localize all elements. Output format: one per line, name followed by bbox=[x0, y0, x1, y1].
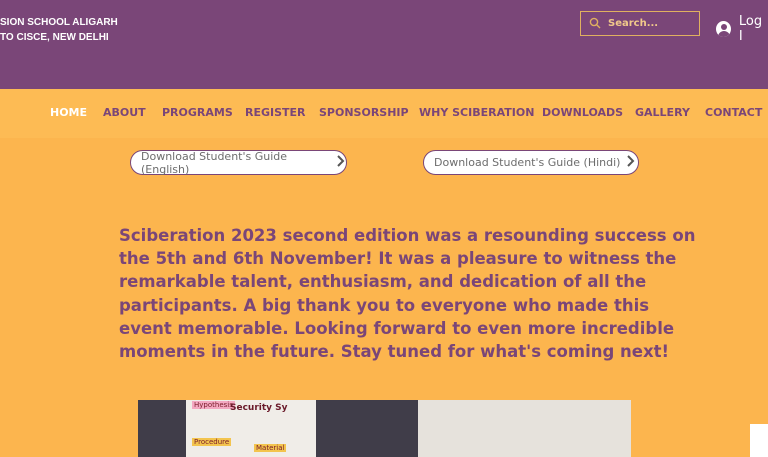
download-guide-english-button[interactable]: Download Student's Guide (English) bbox=[130, 149, 347, 176]
announcement-text: Sciberation 2023 second edition was a re… bbox=[119, 226, 696, 362]
school-name[interactable]: SION SCHOOL ALIGARH TO CISCE, NEW DELHI bbox=[0, 15, 118, 45]
board-note: Hypothesis bbox=[192, 401, 235, 409]
main-nav: HOME ABOUT PROGRAMS REGISTER SPONSORSHIP… bbox=[0, 106, 768, 120]
header-bar: SION SCHOOL ALIGARH TO CISCE, NEW DELHI … bbox=[0, 0, 768, 89]
download-hindi-label: Download Student's Guide (Hindi) bbox=[434, 156, 621, 169]
nav-downloads[interactable]: DOWNLOADS bbox=[542, 106, 623, 119]
nav-programs[interactable]: PROGRAMS bbox=[162, 106, 233, 119]
chevron-right-icon bbox=[626, 155, 636, 170]
school-name-line1: SION SCHOOL ALIGARH bbox=[0, 17, 118, 28]
search-placeholder: Search... bbox=[608, 18, 659, 29]
event-photo[interactable]: Hypothesis Security Sy Procedure Materia… bbox=[138, 400, 631, 457]
nav-contact[interactable]: CONTACT bbox=[705, 106, 762, 119]
nav-sponsorship[interactable]: SPONSORSHIP bbox=[319, 106, 409, 119]
nav-gallery[interactable]: GALLERY bbox=[635, 106, 690, 119]
board-note: Security Sy bbox=[230, 403, 288, 413]
login-button[interactable]: Log I bbox=[716, 14, 768, 44]
login-label: Log I bbox=[738, 14, 763, 44]
chevron-right-icon bbox=[336, 155, 346, 170]
board-note: Procedure bbox=[192, 438, 232, 446]
search-icon bbox=[589, 14, 601, 33]
poster-board: Hypothesis Security Sy Procedure Materia… bbox=[186, 400, 316, 457]
download-english-label: Download Student's Guide (English) bbox=[141, 149, 288, 176]
side-panel-edge bbox=[750, 424, 768, 457]
nav-about[interactable]: ABOUT bbox=[103, 106, 146, 119]
user-avatar-icon bbox=[716, 21, 731, 37]
search-box[interactable]: Search... bbox=[580, 11, 700, 36]
nav-register[interactable]: REGISTER bbox=[245, 106, 306, 119]
school-name-line2: TO CISCE, NEW DELHI bbox=[0, 32, 109, 43]
nav-home[interactable]: HOME bbox=[50, 106, 87, 119]
photo-wall bbox=[418, 400, 631, 457]
nav-why-sciberation[interactable]: WHY SCIBERATION bbox=[419, 106, 534, 119]
download-guide-hindi-button[interactable]: Download Student's Guide (Hindi) bbox=[423, 150, 639, 175]
board-note: Material bbox=[254, 444, 287, 452]
